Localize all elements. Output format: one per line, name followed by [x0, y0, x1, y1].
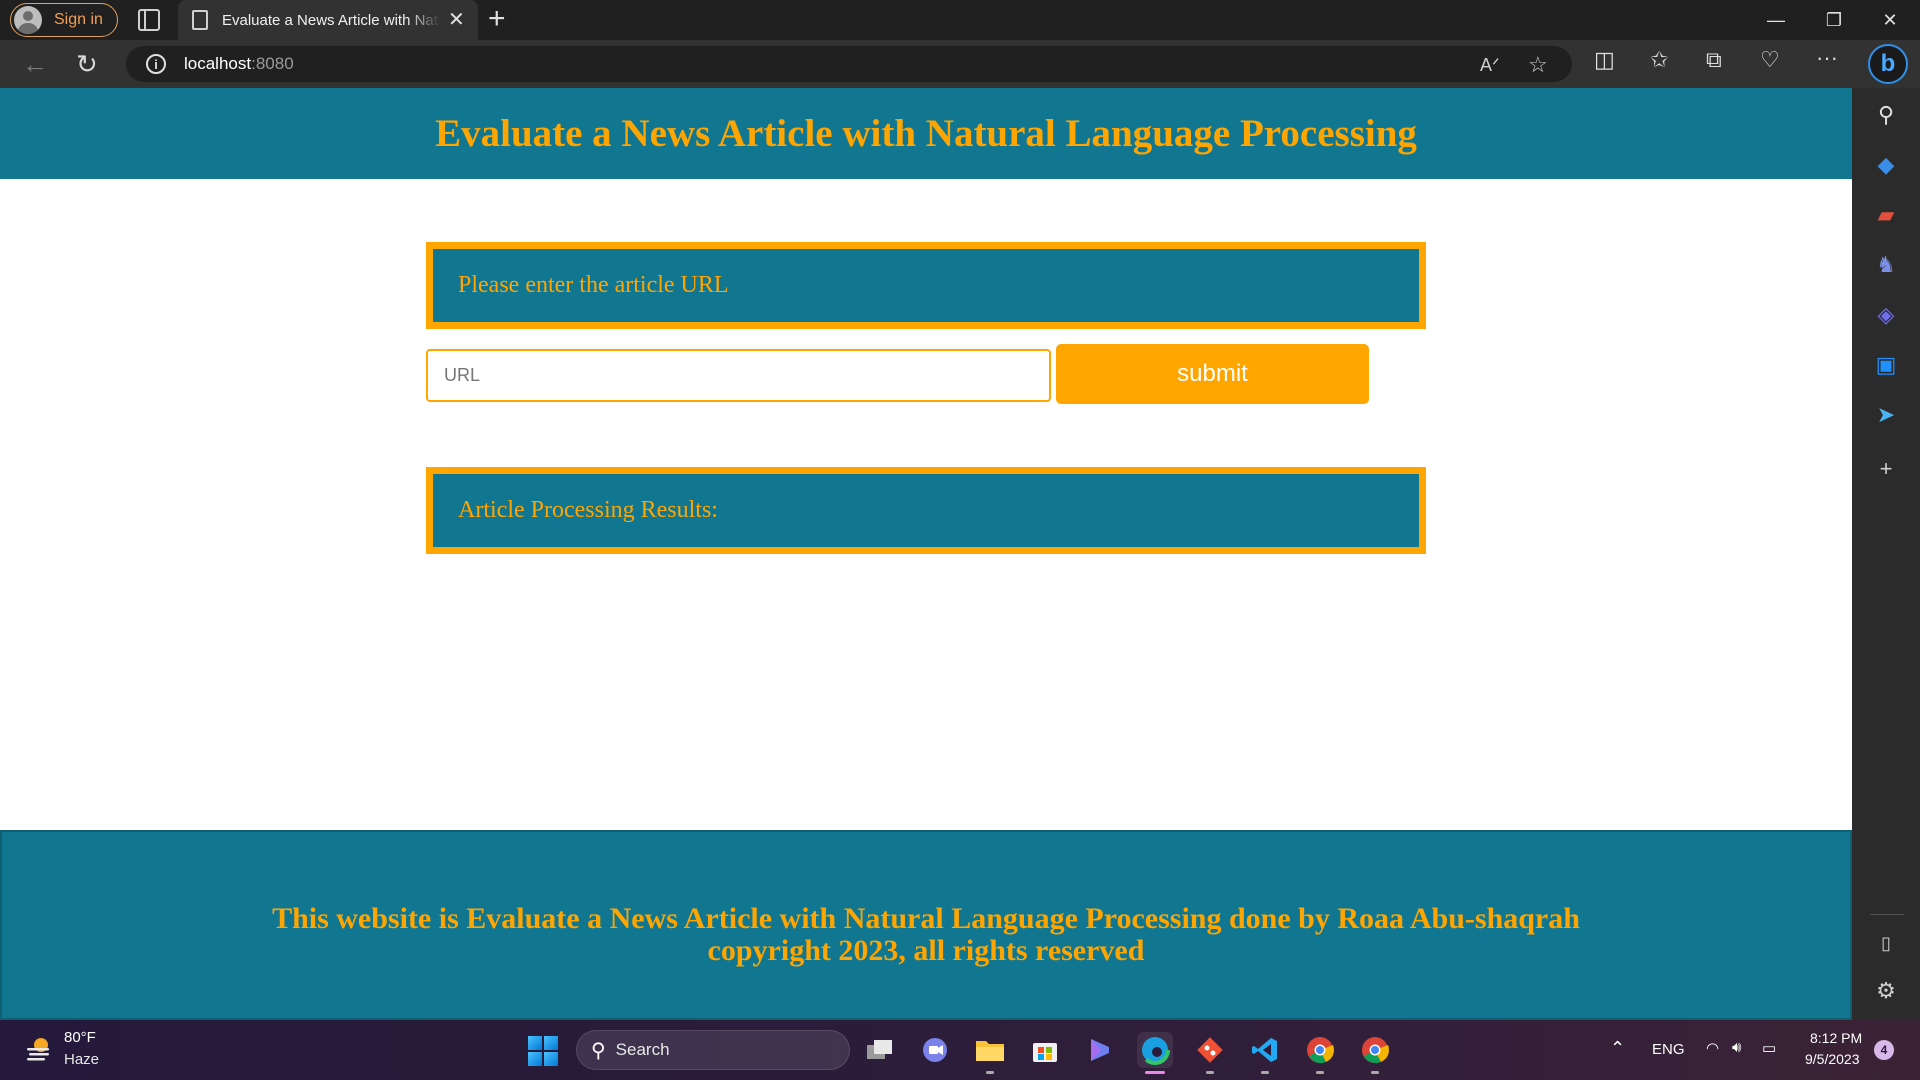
- task-view-icon[interactable]: [862, 1032, 898, 1068]
- weather-temperature: 80°F: [64, 1029, 96, 1046]
- battery-icon[interactable]: ▭: [1762, 1039, 1776, 1057]
- footer-copyright: copyright 2023, all rights reserved: [707, 934, 1145, 967]
- edge-browser-icon[interactable]: [1137, 1032, 1173, 1074]
- add-icon[interactable]: +: [1873, 456, 1899, 482]
- sidebar-divider: [1870, 914, 1904, 915]
- split-screen-icon[interactable]: ◫: [1594, 46, 1615, 74]
- site-header: Evaluate a News Article with Natural Lan…: [0, 88, 1852, 179]
- taskbar-search-label: Search: [615, 1040, 670, 1059]
- copilot-app-icon[interactable]: [1082, 1032, 1118, 1068]
- teams-chat-icon[interactable]: [917, 1032, 953, 1068]
- tag-icon[interactable]: ◆: [1873, 152, 1899, 178]
- favorites-icon[interactable]: ✩: [1650, 46, 1668, 74]
- browser-toolbar: ← ↻ i localhost:8080 Aᐟ ☆ ◫ ✩ ⧉ ♡ ···: [0, 40, 1920, 88]
- site-footer: This website is Evaluate a News Article …: [0, 830, 1852, 1020]
- running-indicator: [1206, 1071, 1214, 1074]
- favorite-star-icon[interactable]: ☆: [1528, 52, 1548, 78]
- address-host: localhost: [184, 54, 252, 73]
- collections-icon[interactable]: ⧉: [1706, 46, 1722, 74]
- settings-icon[interactable]: ⚙: [1873, 978, 1899, 1004]
- clock-time[interactable]: 8:12 PM: [1810, 1030, 1862, 1046]
- page-viewport: Evaluate a News Article with Natural Lan…: [0, 88, 1852, 1020]
- search-icon[interactable]: ⚲: [1873, 102, 1899, 128]
- vscode-icon[interactable]: [1247, 1032, 1283, 1074]
- more-options-icon[interactable]: ···: [1816, 44, 1838, 72]
- running-indicator: [1316, 1071, 1324, 1074]
- sidebar-toggle-icon[interactable]: ▯: [1873, 930, 1899, 956]
- clock-date[interactable]: 9/5/2023: [1805, 1051, 1860, 1067]
- results-title: Article Processing Results:: [458, 497, 718, 523]
- toolbox-icon[interactable]: ▰: [1873, 202, 1899, 228]
- url-prompt-box: Please enter the article URL: [426, 242, 1426, 329]
- copilot-icon[interactable]: ◈: [1873, 302, 1899, 328]
- window-close-icon[interactable]: ✕: [1862, 0, 1918, 40]
- sign-in-label: Sign in: [54, 11, 103, 28]
- restore-icon[interactable]: ❐: [1806, 0, 1862, 40]
- outlook-icon[interactable]: ▣: [1873, 352, 1899, 378]
- refresh-icon[interactable]: ↻: [76, 50, 98, 78]
- submit-button[interactable]: submit: [1056, 344, 1369, 404]
- taskbar-search[interactable]: ⚲ Search: [576, 1030, 850, 1070]
- search-glass-icon: ⚲: [591, 1039, 606, 1062]
- tab-actions-icon[interactable]: [138, 9, 160, 31]
- haze-weather-icon[interactable]: [24, 1034, 54, 1064]
- copilot-bing-icon[interactable]: b: [1868, 44, 1908, 84]
- url-prompt-text: Please enter the article URL: [458, 272, 729, 298]
- file-explorer-icon[interactable]: [972, 1032, 1008, 1074]
- minimize-icon[interactable]: —: [1748, 0, 1804, 40]
- read-aloud-icon[interactable]: Aᐟ: [1480, 55, 1500, 76]
- back-icon[interactable]: ←: [22, 50, 48, 78]
- taskbar: 80°F Haze ⚲ Search ⌃ ENG ◠ 🔊︎ ▭ 8:12 PM …: [0, 1020, 1920, 1080]
- running-indicator: [1371, 1071, 1379, 1074]
- input-language[interactable]: ENG: [1652, 1041, 1685, 1058]
- edge-sidebar: ⚲ ◆ ▰ ♞ ◈ ▣ ➤ + ▯ ⚙: [1852, 88, 1920, 1020]
- weather-description: Haze: [64, 1051, 100, 1068]
- page-title: Evaluate a News Article with Natural Lan…: [435, 112, 1417, 155]
- profile-avatar-icon: [14, 6, 42, 34]
- browser-tab-active[interactable]: Evaluate a News Article with Natural Lan…: [178, 0, 478, 40]
- chess-icon[interactable]: ♞: [1873, 252, 1899, 278]
- active-indicator: [1145, 1071, 1165, 1074]
- page-icon: [192, 10, 208, 30]
- site-info-icon[interactable]: i: [146, 54, 166, 74]
- running-indicator: [986, 1071, 994, 1074]
- chrome-profile-2-icon[interactable]: [1357, 1032, 1393, 1074]
- show-hidden-icons-chevron-icon[interactable]: ⌃: [1610, 1038, 1625, 1059]
- chrome-profile-1-icon[interactable]: [1302, 1032, 1338, 1074]
- new-tab-icon[interactable]: +: [488, 4, 506, 34]
- address-bar[interactable]: i localhost:8080 Aᐟ ☆: [126, 46, 1572, 82]
- tab-title: Evaluate a News Article with Natural Lan…: [222, 11, 440, 29]
- results-box: Article Processing Results:: [426, 467, 1426, 554]
- wifi-icon[interactable]: ◠: [1706, 1039, 1719, 1057]
- address-port: :8080: [251, 54, 294, 73]
- volume-icon[interactable]: 🔊︎: [1732, 1039, 1741, 1056]
- running-indicator: [1261, 1071, 1269, 1074]
- url-input[interactable]: [426, 349, 1051, 402]
- footer-credit: This website is Evaluate a News Article …: [272, 902, 1580, 935]
- windows-start-icon[interactable]: [528, 1036, 558, 1066]
- browser-essentials-icon[interactable]: ♡: [1760, 46, 1780, 74]
- tab-close-icon[interactable]: ✕: [448, 10, 465, 30]
- sign-in-button[interactable]: Sign in: [10, 3, 118, 37]
- send-icon[interactable]: ➤: [1873, 402, 1899, 428]
- git-app-icon[interactable]: [1192, 1032, 1228, 1074]
- browser-tab-strip: Sign in Evaluate a News Article with Nat…: [0, 0, 1920, 40]
- notification-badge[interactable]: 4: [1874, 1040, 1894, 1060]
- microsoft-store-icon[interactable]: [1027, 1032, 1063, 1068]
